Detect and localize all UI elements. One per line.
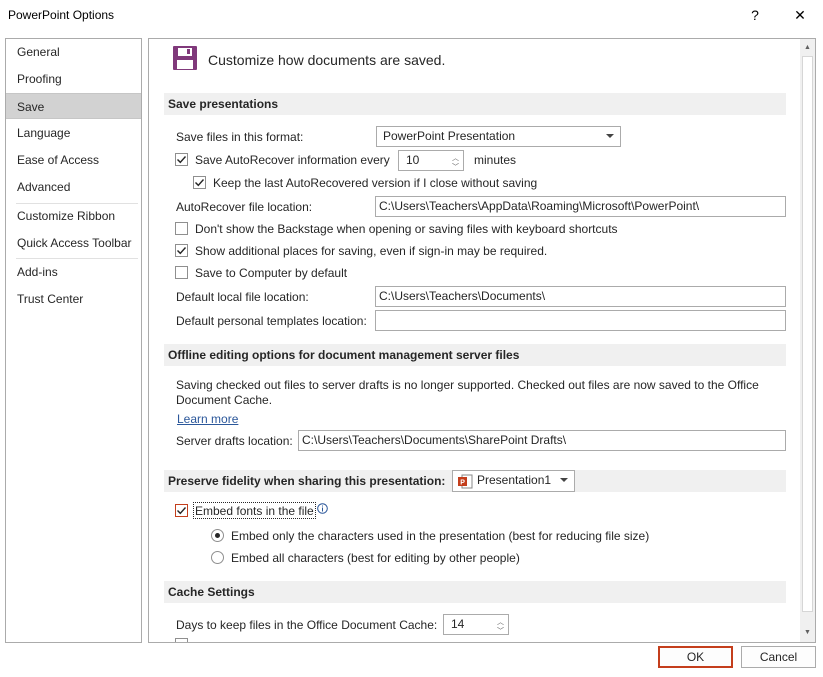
format-value: PowerPoint Presentation <box>383 129 516 143</box>
help-button[interactable]: ? <box>740 4 770 26</box>
close-icon: ✕ <box>794 6 806 23</box>
section-save-presentations: Save presentations <box>164 93 786 115</box>
default-local-location-field[interactable]: C:\Users\Teachers\Documents\ <box>375 286 786 307</box>
spin-down-icon[interactable]: ﹀ <box>452 158 459 170</box>
embed-fonts-checkbox[interactable] <box>175 504 188 517</box>
minutes-label: minutes <box>474 153 517 167</box>
cache-days-spinner[interactable]: 14 ︿ ﹀ <box>443 614 509 635</box>
scroll-thumb[interactable] <box>802 56 813 612</box>
sidebar-item-customize-ribbon[interactable]: Customize Ribbon <box>6 203 141 229</box>
checkmark-icon <box>177 156 187 164</box>
sidebar-item-quick-access-toolbar[interactable]: Quick Access Toolbar <box>6 230 141 256</box>
cancel-button[interactable]: Cancel <box>741 646 816 668</box>
learn-more-link[interactable]: Learn more <box>177 412 238 426</box>
presentation-dropdown[interactable]: P Presentation1 <box>452 470 575 492</box>
show-additional-places-checkbox[interactable] <box>175 244 188 257</box>
offline-description-line2: Document Cache. <box>176 393 273 407</box>
server-drafts-field[interactable]: C:\Users\Teachers\Documents\SharePoint D… <box>298 430 786 451</box>
offline-description-line1: Saving checked out files to server draft… <box>176 378 759 392</box>
autorecover-location-field[interactable]: C:\Users\Teachers\AppData\Roaming\Micros… <box>375 196 786 217</box>
embed-all-radio[interactable] <box>211 551 224 564</box>
cache-days-label: Days to keep files in the Office Documen… <box>176 618 438 632</box>
sidebar-item-save[interactable]: Save <box>6 93 141 119</box>
spin-down-icon[interactable]: ﹀ <box>497 622 504 634</box>
sidebar-item-add-ins[interactable]: Add-ins <box>6 259 141 285</box>
page-header: Customize how documents are saved. <box>208 52 446 68</box>
autorecover-minutes-spinner[interactable]: 10 ︿ ﹀ <box>398 150 464 171</box>
format-dropdown[interactable]: PowerPoint Presentation <box>376 126 621 147</box>
powerpoint-file-icon: P <box>458 474 473 495</box>
checkmark-icon <box>177 507 187 515</box>
checkmark-icon <box>177 247 187 255</box>
sidebar-item-trust-center[interactable]: Trust Center <box>6 286 141 312</box>
info-icon[interactable] <box>317 503 328 517</box>
default-templates-location-label: Default personal templates location: <box>176 314 367 328</box>
ok-button[interactable]: OK <box>658 646 733 668</box>
cache-days-value: 14 <box>451 617 465 631</box>
section-cache-settings: Cache Settings <box>164 581 786 603</box>
dont-show-backstage-label: Don't show the Backstage when opening or… <box>195 222 618 236</box>
help-icon: ? <box>751 7 759 23</box>
autorecover-location-label: AutoRecover file location: <box>176 200 313 214</box>
scroll-down-icon[interactable]: ▼ <box>800 625 815 640</box>
dont-show-backstage-checkbox[interactable] <box>175 222 188 235</box>
section-offline-editing: Offline editing options for document man… <box>164 344 786 366</box>
default-local-location-label: Default local file location: <box>176 290 309 304</box>
close-button[interactable]: ✕ <box>785 4 815 26</box>
partial-checkbox[interactable] <box>175 638 188 642</box>
sidebar-item-ease-of-access[interactable]: Ease of Access <box>6 147 141 173</box>
chevron-down-icon <box>606 134 614 138</box>
embed-only-label: Embed only the characters used in the pr… <box>231 529 650 543</box>
keep-last-label: Keep the last AutoRecovered version if I… <box>213 176 538 190</box>
keep-last-checkbox[interactable] <box>193 176 206 189</box>
sidebar-nav: General Proofing Save Language Ease of A… <box>5 38 142 643</box>
vertical-scrollbar[interactable]: ▲ ▼ <box>800 39 815 642</box>
save-disk-icon <box>172 45 198 74</box>
server-drafts-label: Server drafts location: <box>176 434 293 448</box>
autorecover-minutes-value: 10 <box>406 153 420 167</box>
sidebar-item-language[interactable]: Language <box>6 120 141 146</box>
format-label: Save files in this format: <box>176 130 304 144</box>
sidebar-item-general[interactable]: General <box>6 39 141 65</box>
window-title: PowerPoint Options <box>8 8 115 22</box>
show-additional-places-label: Show additional places for saving, even … <box>195 244 548 258</box>
svg-text:P: P <box>460 480 465 487</box>
scroll-up-icon[interactable]: ▲ <box>800 40 815 55</box>
save-to-computer-checkbox[interactable] <box>175 266 188 279</box>
embed-all-label: Embed all characters (best for editing b… <box>231 551 520 565</box>
save-to-computer-label: Save to Computer by default <box>195 266 348 280</box>
default-templates-location-field[interactable] <box>375 310 786 331</box>
sidebar-item-advanced[interactable]: Advanced <box>6 174 141 200</box>
sidebar-item-proofing[interactable]: Proofing <box>6 66 141 92</box>
chevron-down-icon <box>560 478 568 482</box>
autorecover-label: Save AutoRecover information every <box>195 153 390 167</box>
checkmark-icon <box>195 179 205 187</box>
presentation-value: Presentation1 <box>477 473 552 487</box>
embed-only-radio[interactable] <box>211 529 224 542</box>
title-bar: PowerPoint Options ? ✕ <box>0 0 823 32</box>
autorecover-checkbox[interactable] <box>175 153 188 166</box>
embed-fonts-label: Embed fonts in the file <box>195 504 314 518</box>
